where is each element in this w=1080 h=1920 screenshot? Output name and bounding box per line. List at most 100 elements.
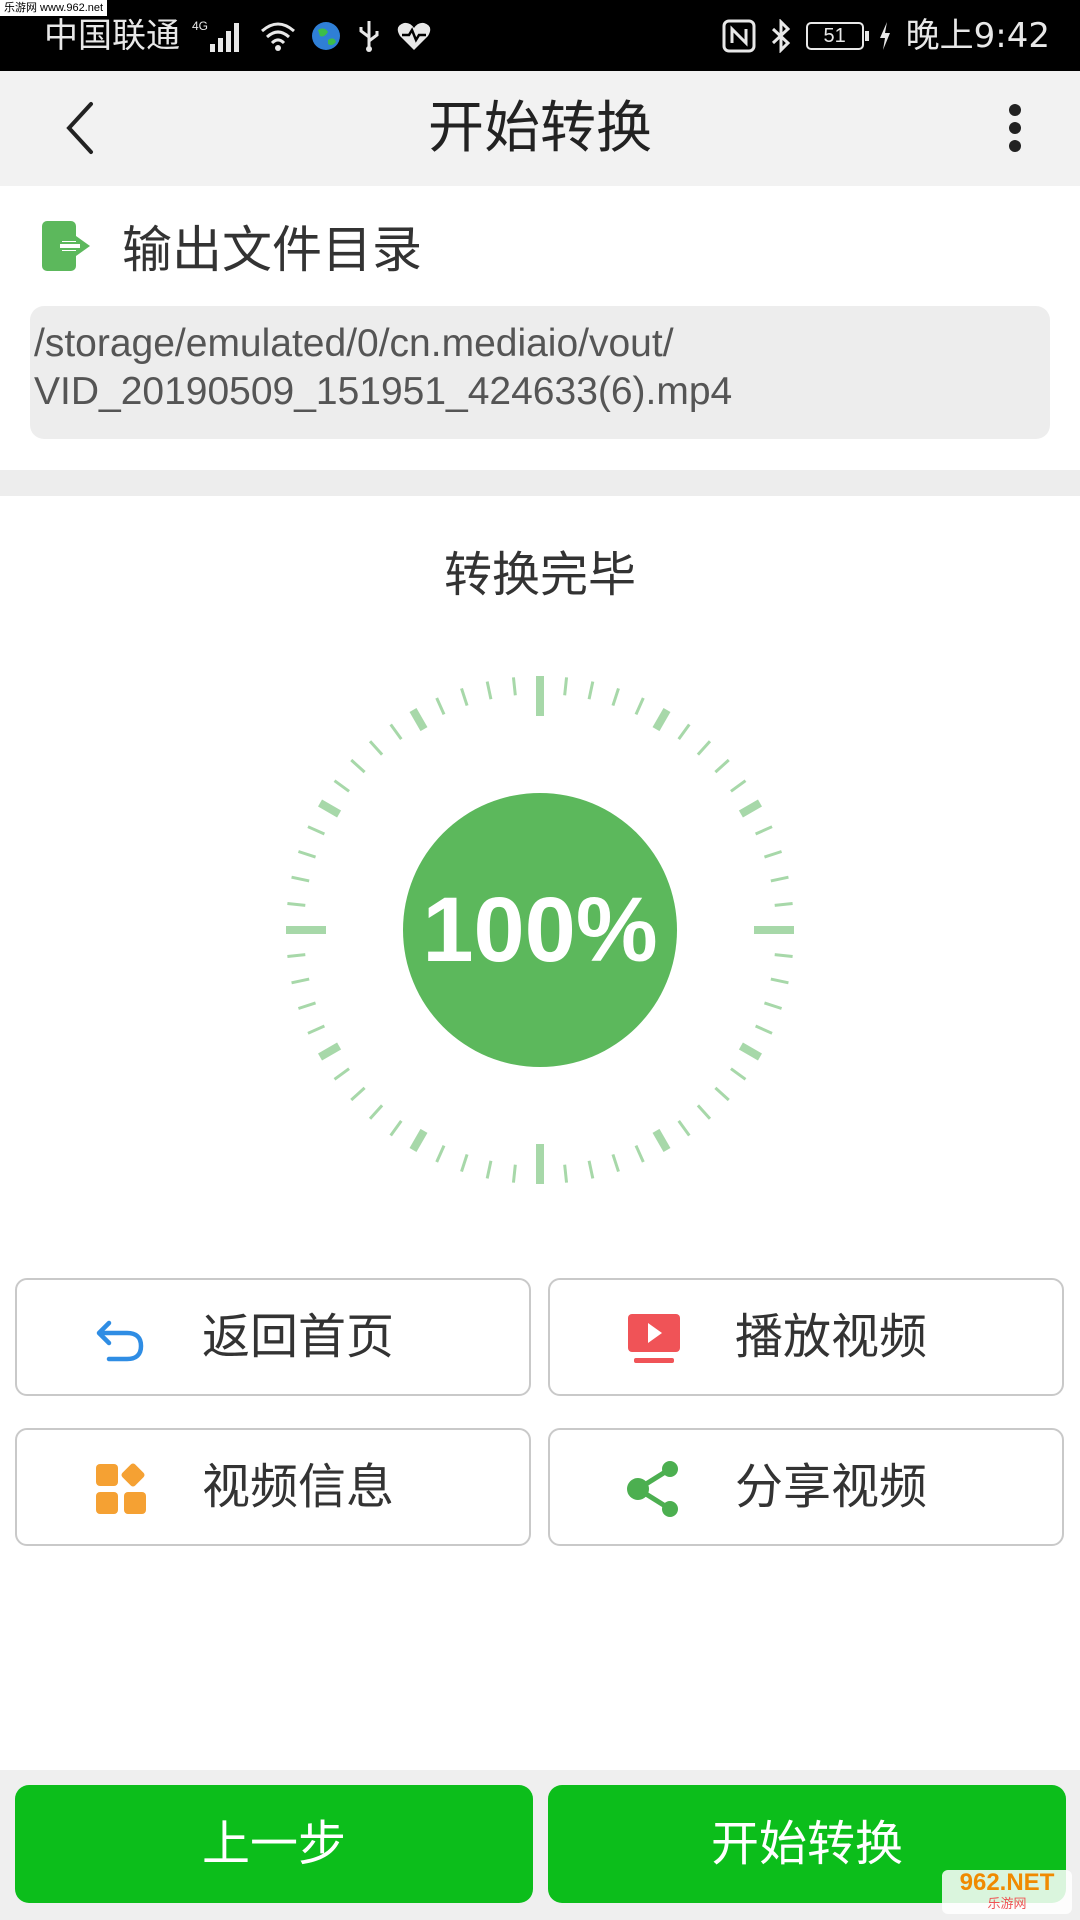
dial-tick [754, 825, 773, 836]
dial-tick [611, 1153, 620, 1173]
dial-tick [511, 1164, 517, 1183]
dial-tick [774, 901, 793, 907]
health-heart-icon [396, 20, 432, 52]
dial-tick [318, 1042, 342, 1061]
dial-tick [652, 1128, 671, 1152]
dial-tick [634, 1144, 645, 1163]
globe-icon [310, 20, 342, 52]
dial-tick [297, 850, 317, 859]
status-bar: 中国联通 4G 51 晚上9:42 [0, 0, 1080, 71]
grid-info-icon [91, 1459, 151, 1519]
usb-icon [356, 19, 382, 53]
dial-tick [389, 1120, 403, 1137]
dial-tick [677, 723, 691, 740]
app-bar: 开始转换 [0, 71, 1080, 186]
dial-tick [350, 758, 366, 774]
dial-tick [587, 1160, 595, 1179]
dial-tick [409, 1128, 428, 1152]
chevron-left-icon [66, 102, 93, 154]
dial-tick [563, 677, 569, 696]
dial-tick [738, 1042, 762, 1061]
dial-tick [511, 677, 517, 696]
battery-indicator: 51 [805, 22, 869, 50]
clock: 晚上9:42 [905, 16, 1050, 56]
back-home-label: 返回首页 [201, 1309, 394, 1365]
back-button[interactable] [44, 93, 114, 163]
watermark-logo: 962.NET 乐游网 [942, 1870, 1072, 1914]
more-vertical-icon [1009, 104, 1021, 152]
watermark-main: 962.NET [959, 1869, 1055, 1896]
nfc-icon [722, 19, 756, 53]
dial-tick [677, 1120, 691, 1137]
signal-icon: 4G [192, 18, 246, 54]
output-section: 输出文件目录 /storage/emulated/0/cn.mediaio/vo… [0, 186, 1080, 470]
dial-tick [291, 875, 310, 883]
dial-tick [770, 977, 789, 985]
undo-icon [91, 1309, 151, 1369]
dial-tick [652, 708, 671, 732]
dial-tick [297, 1001, 317, 1010]
dial-tick [774, 953, 793, 959]
dial-tick [368, 740, 384, 756]
dial-tick [634, 697, 645, 716]
dial-tick [754, 1024, 773, 1035]
charging-icon [878, 21, 892, 51]
share-video-button[interactable]: 分享视频 [548, 1428, 1064, 1546]
back-home-button[interactable]: 返回首页 [15, 1278, 531, 1396]
output-path-field[interactable]: /storage/emulated/0/cn.mediaio/vout/ VID… [30, 306, 1050, 439]
previous-step-button[interactable]: 上一步 [15, 1785, 533, 1903]
carrier-name: 中国联通 [44, 16, 180, 56]
dial-tick [763, 850, 783, 859]
dial-tick [389, 723, 403, 740]
dial-tick [714, 758, 730, 774]
network-type: 4G [192, 19, 208, 33]
dial-tick [563, 1164, 569, 1183]
dial-tick [485, 1160, 493, 1179]
output-path-line-2: VID_20190509_151951_424633(6).mp4 [34, 370, 733, 413]
dial-tick [307, 1024, 326, 1035]
dial-tick [696, 740, 712, 756]
dial-tick [307, 825, 326, 836]
dial-tick [460, 687, 469, 707]
play-video-label: 播放视频 [734, 1309, 927, 1365]
dial-tick [435, 1144, 446, 1163]
dial-tick [611, 687, 620, 707]
page-title: 开始转换 [428, 96, 652, 161]
dial-tick [368, 1104, 384, 1120]
dial-tick [435, 697, 446, 716]
dial-tick [460, 1153, 469, 1173]
dial-tick [770, 875, 789, 883]
export-icon [42, 221, 90, 271]
play-video-button[interactable]: 播放视频 [548, 1278, 1064, 1396]
dial-tick [763, 1001, 783, 1010]
play-video-icon [624, 1309, 684, 1369]
dial-tick [287, 901, 306, 907]
watermark-top: 乐游网 www.962.net [0, 0, 108, 16]
status-icons-right: 51 晚上9:42 [722, 14, 1050, 58]
dial-tick [350, 1086, 366, 1102]
dial-tick [587, 681, 595, 700]
more-menu-button[interactable] [980, 93, 1050, 163]
output-header: 输出文件目录 [40, 216, 422, 279]
progress-percent: 100% [422, 879, 657, 981]
conversion-status: 转换完毕 [443, 547, 636, 603]
dial-tick [287, 953, 306, 959]
dial-tick [409, 708, 428, 732]
dial-tick [696, 1104, 712, 1120]
share-icon [624, 1459, 684, 1519]
section-divider [0, 470, 1080, 496]
watermark-sub: 乐游网 [987, 1896, 1027, 1911]
dial-tick [318, 799, 342, 818]
dial-tick [291, 977, 310, 985]
dial-tick [333, 1067, 350, 1081]
status-icons-left: 4G [192, 14, 432, 58]
output-path-line-1: /storage/emulated/0/cn.mediaio/vout/ [34, 322, 674, 365]
wifi-icon [260, 20, 296, 52]
bluetooth-icon [770, 19, 792, 53]
progress-dial: 100% [286, 676, 794, 1184]
dial-tick [485, 681, 493, 700]
dial-tick [333, 779, 350, 793]
video-info-button[interactable]: 视频信息 [15, 1428, 531, 1546]
output-label: 输出文件目录 [122, 221, 422, 279]
dial-tick [738, 799, 762, 818]
